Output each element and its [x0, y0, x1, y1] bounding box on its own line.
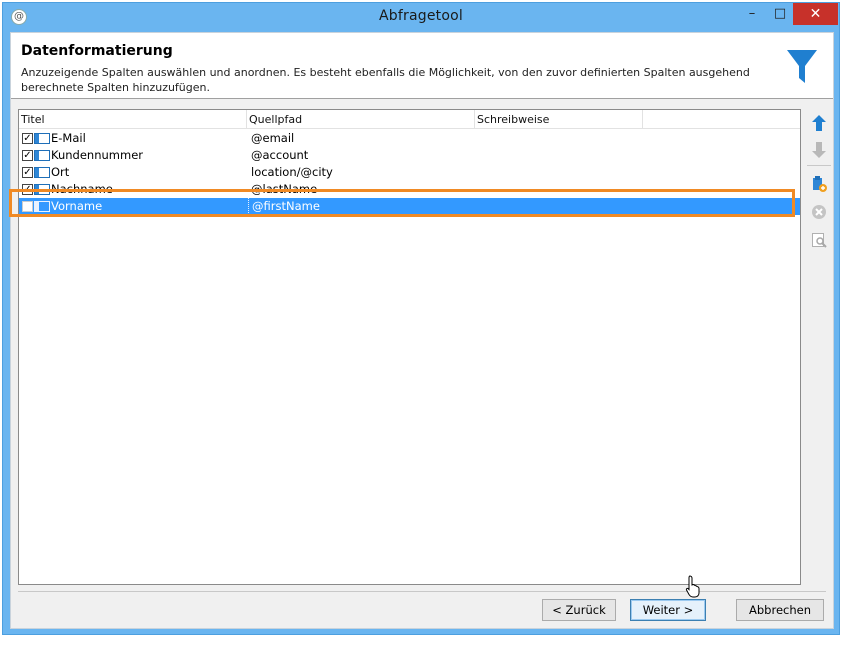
- row-source-path: location/@city: [251, 165, 333, 179]
- row-checkbox[interactable]: ✓: [22, 133, 33, 144]
- column-header-format[interactable]: Schreibweise: [475, 110, 643, 129]
- row-checkbox[interactable]: ✓: [22, 184, 33, 195]
- row-title: Nachname: [51, 182, 113, 196]
- mouse-cursor-icon: [685, 575, 700, 598]
- title-bar[interactable]: @ Abfragetool – □ ✕: [3, 3, 839, 31]
- page-description: Anzuzeigende Spalten auswählen und anord…: [21, 66, 750, 94]
- row-source-path: @email: [251, 131, 295, 145]
- row-source-path: @firstName: [248, 198, 470, 215]
- window-title: Abfragetool: [379, 8, 463, 24]
- list-toolbar: [806, 109, 832, 289]
- row-source-path: @lastName: [251, 182, 318, 196]
- row-title: E-Mail: [51, 131, 86, 145]
- dialog-window: @ Abfragetool – □ ✕ Datenformatierung An…: [2, 2, 840, 635]
- delete-icon: [812, 205, 826, 219]
- dialog-content: Datenformatierung Anzuzeigende Spalten a…: [10, 32, 834, 629]
- table-row[interactable]: ✓ Ort location/@city: [19, 164, 800, 181]
- row-checkbox[interactable]: ✓: [22, 150, 33, 161]
- column-icon: [34, 201, 50, 212]
- column-icon: [34, 184, 50, 195]
- minimize-button[interactable]: –: [738, 3, 766, 25]
- row-checkbox[interactable]: ✓: [22, 167, 33, 178]
- table-row-selected[interactable]: Vorname @firstName: [19, 198, 800, 215]
- toolbar-divider: [807, 165, 831, 166]
- row-checkbox[interactable]: [22, 201, 33, 212]
- row-title: Ort: [51, 165, 70, 179]
- preview-button[interactable]: [808, 229, 830, 251]
- close-button[interactable]: ✕: [793, 3, 838, 25]
- table-row[interactable]: ✓ Nachname @lastName: [19, 181, 800, 198]
- cancel-button[interactable]: Abbrechen: [736, 599, 824, 621]
- column-header-title[interactable]: Titel: [19, 110, 247, 129]
- next-button[interactable]: Weiter >: [630, 599, 706, 621]
- move-down-button[interactable]: [808, 139, 830, 161]
- arrow-down-icon: [812, 142, 826, 158]
- preview-icon: [812, 233, 827, 248]
- page-title: Datenformatierung: [21, 43, 173, 59]
- add-calculated-field-icon: [813, 176, 827, 192]
- table-row[interactable]: ✓ Kundennummer @account: [19, 147, 800, 164]
- column-icon: [34, 150, 50, 161]
- delete-button[interactable]: [808, 201, 830, 223]
- funnel-icon: [787, 50, 817, 83]
- arrow-up-icon: [812, 115, 826, 131]
- wizard-header: Datenformatierung Anzuzeigende Spalten a…: [11, 33, 833, 99]
- column-header-source-path[interactable]: Quellpfad: [247, 110, 475, 129]
- column-icon: [34, 133, 50, 144]
- add-calculated-field-button[interactable]: [808, 173, 830, 195]
- column-icon: [34, 167, 50, 178]
- list-header: Titel Quellpfad Schreibweise: [19, 110, 800, 129]
- move-up-button[interactable]: [808, 112, 830, 134]
- footer-divider: [18, 591, 826, 592]
- back-button[interactable]: < Zurück: [542, 599, 616, 621]
- maximize-button[interactable]: □: [766, 3, 794, 25]
- column-list[interactable]: Titel Quellpfad Schreibweise ✓ E-Mail @e…: [18, 109, 801, 585]
- table-row[interactable]: ✓ E-Mail @email: [19, 130, 800, 147]
- row-source-path: @account: [251, 148, 309, 162]
- row-title: Vorname: [51, 199, 103, 213]
- row-title: Kundennummer: [51, 148, 143, 162]
